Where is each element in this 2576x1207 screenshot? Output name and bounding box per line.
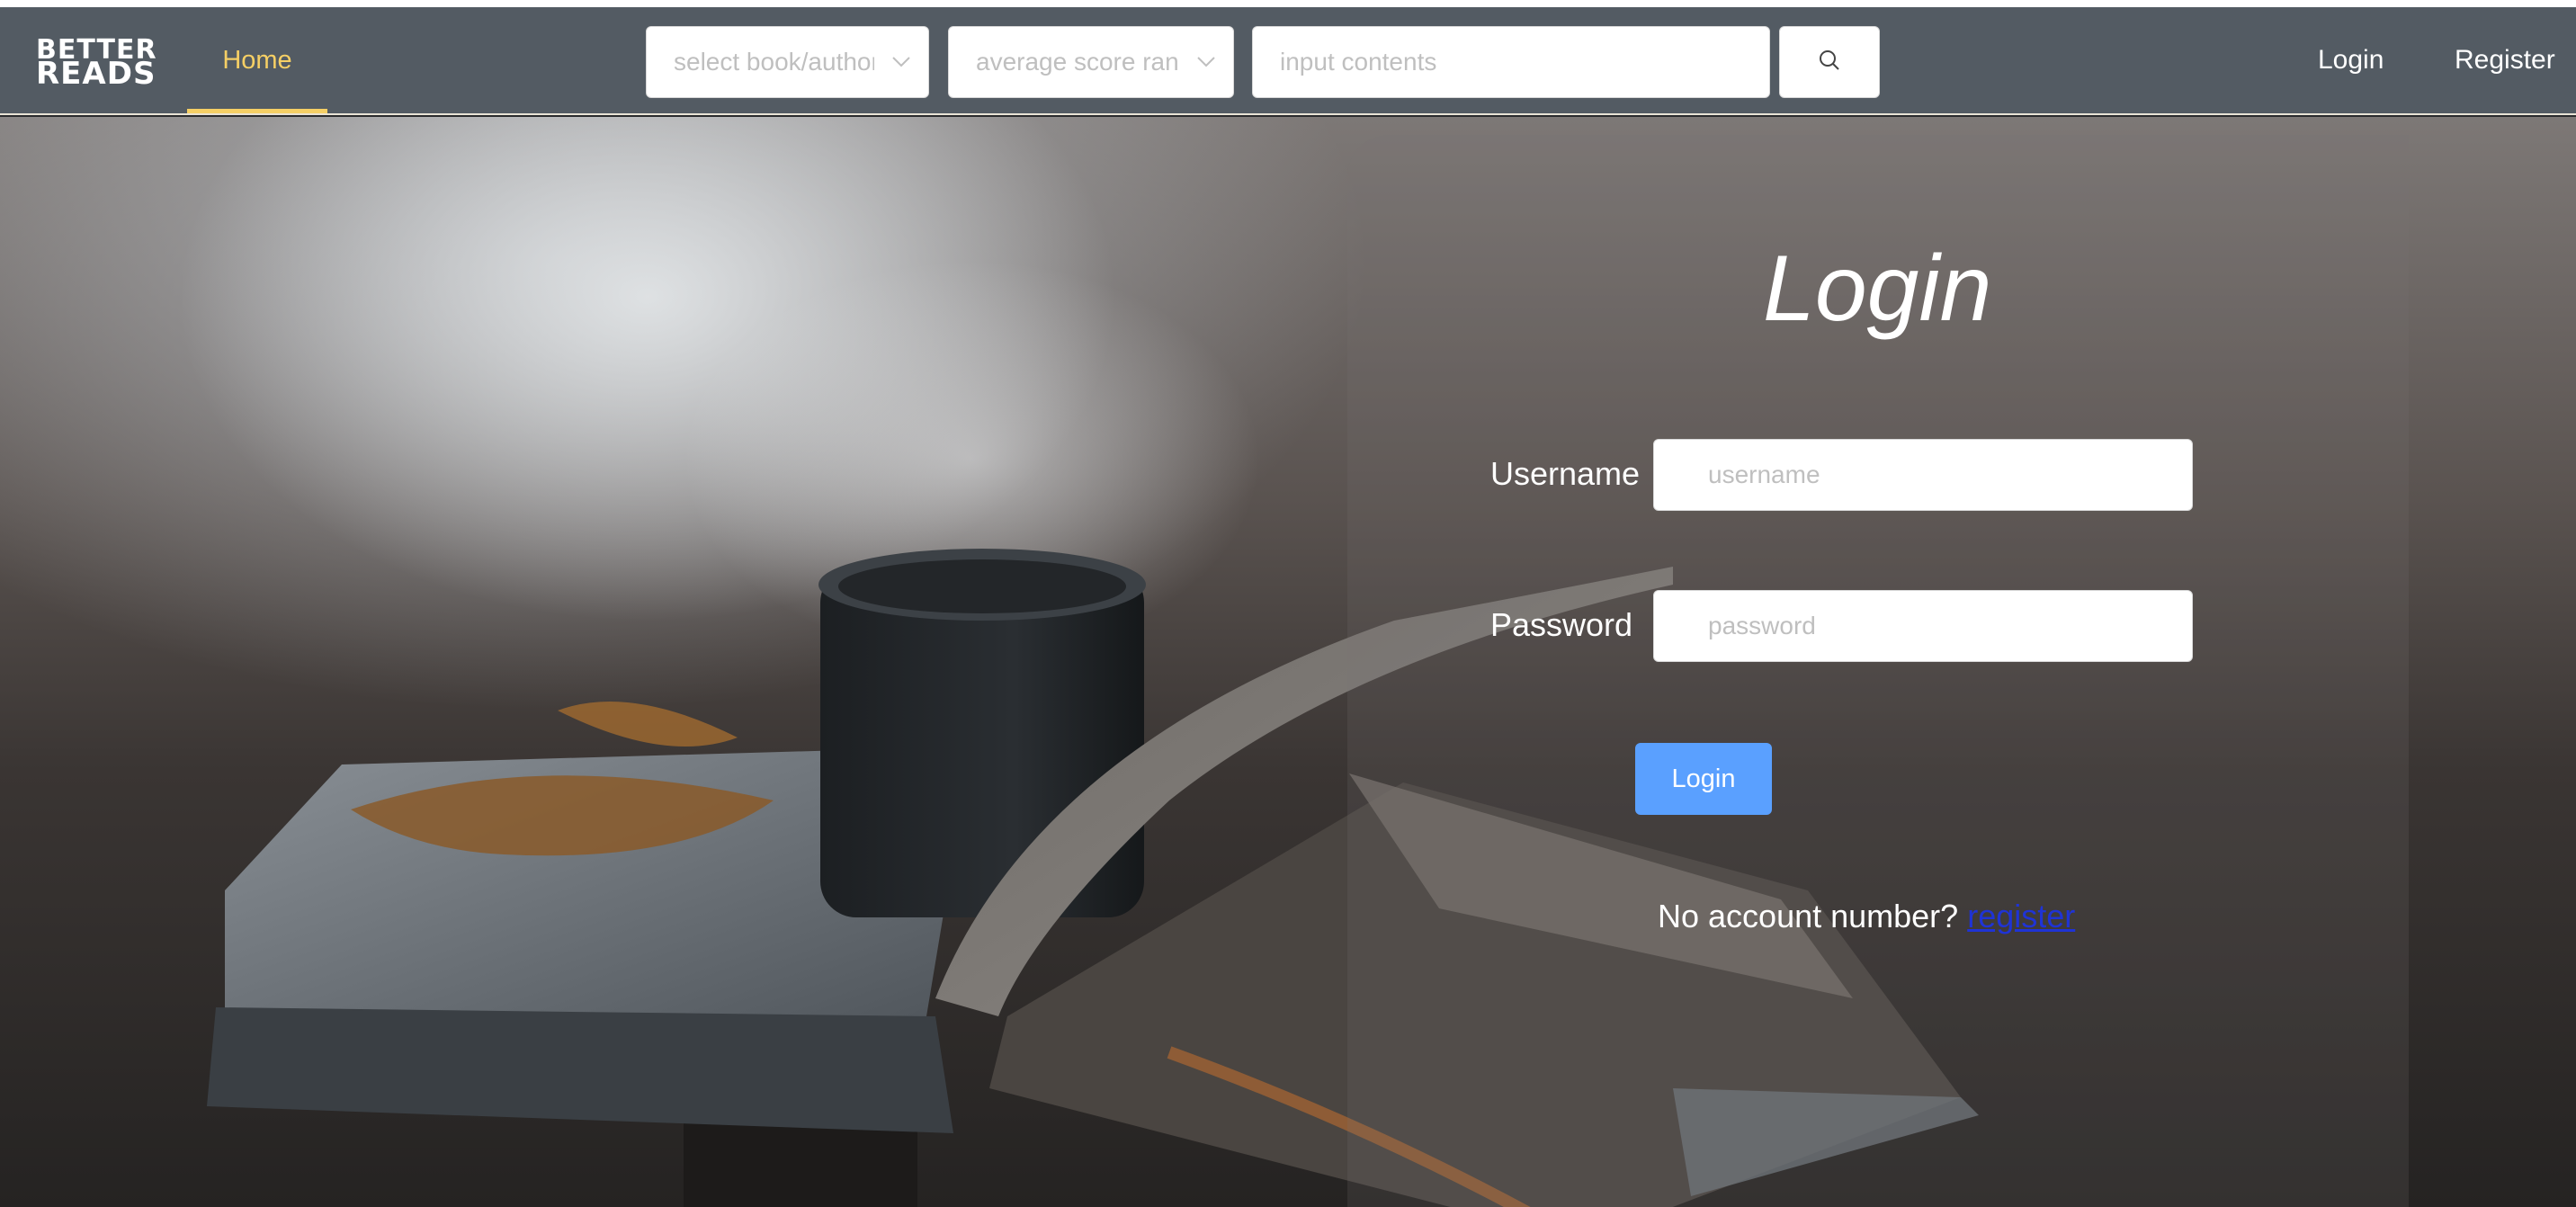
logo-line-2: READS: [36, 56, 157, 92]
register-link[interactable]: register: [1967, 898, 2075, 934]
no-account-line: No account number? register: [1658, 898, 2075, 935]
nav-home-link[interactable]: Home: [187, 7, 327, 113]
chevron-down-icon: [874, 56, 928, 68]
nav-home-label: Home: [222, 45, 292, 75]
logo[interactable]: BETTER READS: [36, 37, 157, 92]
nav-register-link[interactable]: Register: [2455, 7, 2555, 113]
no-account-text: No account number?: [1658, 898, 1959, 934]
score-range-select[interactable]: average score range: [948, 26, 1234, 98]
search-icon: [1818, 49, 1841, 76]
score-range-select-placeholder: average score range: [976, 48, 1179, 76]
active-nav-indicator: [187, 109, 327, 113]
password-input[interactable]: [1653, 590, 2193, 662]
top-strip: [0, 0, 2576, 7]
nav-login-link[interactable]: Login: [2318, 7, 2384, 113]
navbar: BETTER READS Home select book/author ave…: [0, 7, 2576, 115]
chevron-down-icon: [1179, 56, 1233, 68]
search-input[interactable]: [1252, 26, 1770, 98]
login-title: Login: [1763, 237, 1992, 341]
username-input[interactable]: [1653, 439, 2193, 511]
book-author-select[interactable]: select book/author: [646, 26, 929, 98]
search-button[interactable]: [1779, 26, 1880, 98]
login-button[interactable]: Login: [1635, 743, 1772, 815]
username-label: Username: [1490, 455, 1641, 492]
password-label: Password: [1490, 606, 1633, 643]
book-author-select-placeholder: select book/author: [674, 48, 874, 76]
